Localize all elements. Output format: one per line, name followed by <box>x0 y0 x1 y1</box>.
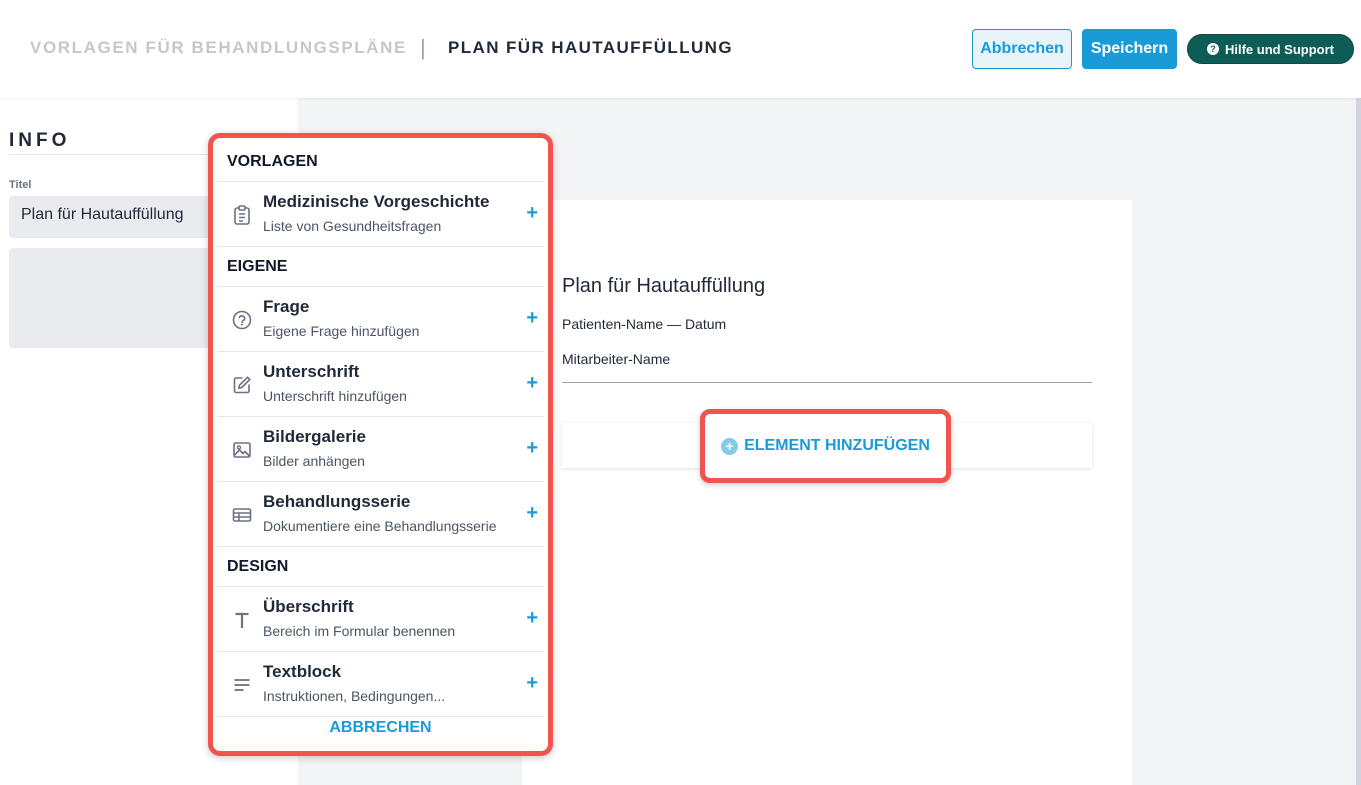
plus-icon[interactable]: + <box>526 607 538 630</box>
plus-icon[interactable]: + <box>526 672 538 695</box>
menu-item-heading[interactable]: Überschrift Bereich im Formular benennen… <box>217 587 544 652</box>
menu-item-treatment-series[interactable]: Behandlungsserie Dokumentiere eine Behan… <box>217 482 544 547</box>
add-element-menu-highlight: VORLAGEN Medizinische Vorgeschichte List… <box>208 133 553 756</box>
menu-item-title: Unterschrift <box>263 362 360 381</box>
menu-section-eigene: EIGENE <box>217 247 544 287</box>
add-element-label: ELEMENT HINZUFÜGEN <box>744 437 930 454</box>
plus-icon[interactable]: + <box>526 202 538 225</box>
menu-section-vorlagen: VORLAGEN <box>217 142 544 182</box>
menu-item-title: Überschrift <box>263 597 354 616</box>
menu-item-subtitle: Bilder anhängen <box>263 453 365 469</box>
menu-item-subtitle: Unterschrift hinzufügen <box>263 388 407 404</box>
menu-item-signature[interactable]: Unterschrift Unterschrift hinzufügen + <box>217 352 544 417</box>
text-t-icon <box>231 609 253 631</box>
image-icon <box>231 439 253 461</box>
table-icon <box>231 504 253 526</box>
help-support-label: Hilfe und Support <box>1224 41 1335 57</box>
clipboard-icon <box>231 204 253 226</box>
add-element-highlight: + ELEMENT HINZUFÜGEN <box>700 409 951 483</box>
menu-item-text-block[interactable]: Textblock Instruktionen, Bedingungen... … <box>217 652 544 717</box>
plus-icon[interactable]: + <box>526 502 538 525</box>
plus-icon[interactable]: + <box>526 437 538 460</box>
cancel-button[interactable]: Abbrechen <box>972 29 1072 69</box>
patient-name-date: Patienten-Name — Datum <box>562 316 727 332</box>
top-bar: VORLAGEN FÜR BEHANDLUNGSPLÄNE | PLAN FÜR… <box>0 0 1361 98</box>
staff-name: Mitarbeiter-Name <box>562 351 671 367</box>
menu-item-subtitle: Dokumentiere eine Behandlungsserie <box>263 518 497 534</box>
menu-cancel-button[interactable]: ABBRECHEN <box>217 709 544 747</box>
add-element-button[interactable]: + ELEMENT HINZUFÜGEN <box>721 437 930 455</box>
menu-item-title: Medizinische Vorgeschichte <box>263 192 490 211</box>
title-field-label: Titel <box>9 179 32 191</box>
menu-item-subtitle: Bereich im Formular benennen <box>263 623 456 639</box>
menu-item-image-gallery[interactable]: Bildergalerie Bilder anhängen + <box>217 417 544 482</box>
save-button[interactable]: Speichern <box>1082 29 1177 69</box>
menu-item-medical-history[interactable]: Medizinische Vorgeschichte Liste von Ges… <box>217 182 544 247</box>
document-title: Plan für Hautauffüllung <box>562 275 766 297</box>
help-support-button[interactable]: ? Hilfe und Support <box>1187 34 1354 64</box>
menu-item-subtitle: Liste von Gesundheitsfragen <box>263 218 442 234</box>
menu-item-title: Behandlungsserie <box>263 492 411 511</box>
menu-item-title: Frage <box>263 297 310 316</box>
plus-icon[interactable]: + <box>526 372 538 395</box>
plus-circle-icon: + <box>721 437 739 455</box>
menu-item-subtitle: Instruktionen, Bedingungen... <box>263 688 446 704</box>
breadcrumb-parent[interactable]: VORLAGEN FÜR BEHANDLUNGSPLÄNE <box>30 38 407 58</box>
scrollbar[interactable] <box>1356 98 1361 785</box>
pencil-square-icon <box>231 374 253 396</box>
info-section-title: INFO <box>9 130 71 151</box>
question-icon: ? <box>1206 43 1219 55</box>
menu-section-design: DESIGN <box>217 547 544 587</box>
question-circle-icon <box>231 309 253 331</box>
document-preview: Plan für Hautauffüllung Patienten-Name —… <box>522 200 1132 785</box>
menu-item-question[interactable]: Frage Eigene Frage hinzufügen + <box>217 287 544 352</box>
page-title: PLAN FÜR HAUTAUFFÜLLUNG <box>448 38 733 57</box>
breadcrumb-separator: | <box>420 35 426 60</box>
menu-item-title: Textblock <box>263 662 342 681</box>
menu-item-subtitle: Eigene Frage hinzufügen <box>263 323 420 339</box>
text-lines-icon <box>231 674 253 696</box>
menu-item-title: Bildergalerie <box>263 427 366 446</box>
divider <box>562 382 1092 383</box>
plus-icon[interactable]: + <box>526 307 538 330</box>
add-element-menu: VORLAGEN Medizinische Vorgeschichte List… <box>217 142 544 747</box>
